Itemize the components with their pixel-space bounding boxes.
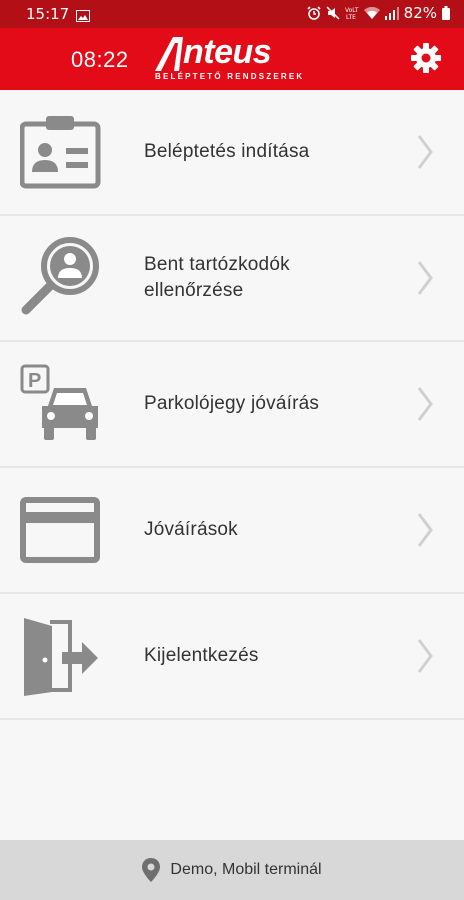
svg-text:P: P <box>28 370 41 392</box>
svg-text:LTE: LTE <box>346 14 356 20</box>
parking-car-icon: P <box>20 362 104 446</box>
status-time: 15:17 <box>26 5 70 23</box>
status-bar: 15:17 VoLTELTE 82% <box>0 0 464 28</box>
menu-item-label: Parkolójegy jóváírás <box>144 393 320 414</box>
menu-item-logout[interactable]: Kijelentkezés <box>0 594 464 720</box>
battery-icon <box>442 6 450 20</box>
location-bar: Demo, Mobil terminál <box>0 840 464 900</box>
credit-card-icon <box>20 488 104 572</box>
header-clock: 08:22 <box>71 47 129 72</box>
menu-item-entry-start[interactable]: Beléptetés indítása <box>0 90 464 216</box>
alarm-icon <box>307 6 321 20</box>
gear-icon <box>411 43 441 73</box>
menu-item-parking-ticket[interactable]: P Parkolójegy jóváírás <box>0 342 464 468</box>
location-text: Demo, Mobil terminál <box>170 861 322 878</box>
chevron-right-icon <box>417 135 433 169</box>
svg-text:VoLTE: VoLTE <box>345 7 359 14</box>
chevron-right-icon <box>417 513 433 547</box>
logout-door-icon <box>20 614 104 698</box>
menu-item-check-present[interactable]: Bent tartózkodók ellenőrzése <box>0 216 464 342</box>
signal-icon <box>384 6 399 20</box>
main-menu: Beléptetés indítása Bent tartózkodók ell… <box>0 90 464 720</box>
anteus-logo: nteus BELÉPTETŐ RENDSZEREK <box>153 33 313 83</box>
volte-icon: VoLTELTE <box>345 6 359 20</box>
chevron-right-icon <box>417 261 433 295</box>
app-header: 08:22 nteus BELÉPTETŐ RENDSZEREK <box>0 28 464 90</box>
logo-tagline: BELÉPTETŐ RENDSZEREK <box>155 72 305 81</box>
battery-percent: 82% <box>403 4 437 22</box>
menu-item-label: Jóváírások <box>144 519 238 540</box>
chevron-right-icon <box>417 639 433 673</box>
mute-icon <box>326 6 340 20</box>
settings-button[interactable] <box>410 42 442 74</box>
logo-wordmark: nteus <box>183 33 272 71</box>
location-pin-icon <box>142 858 161 882</box>
menu-item-label: Bent tartózkodók ellenőrzése <box>144 254 290 301</box>
gallery-notification-icon <box>76 8 90 26</box>
menu-item-label: Kijelentkezés <box>144 645 259 666</box>
chevron-right-icon <box>417 387 433 421</box>
menu-item-label: Beléptetés indítása <box>144 141 310 162</box>
status-icons: VoLTELTE 82% <box>307 4 450 22</box>
wifi-icon <box>363 6 380 20</box>
id-card-icon <box>19 110 104 194</box>
search-person-icon <box>20 236 104 320</box>
menu-item-credits[interactable]: Jóváírások <box>0 468 464 594</box>
